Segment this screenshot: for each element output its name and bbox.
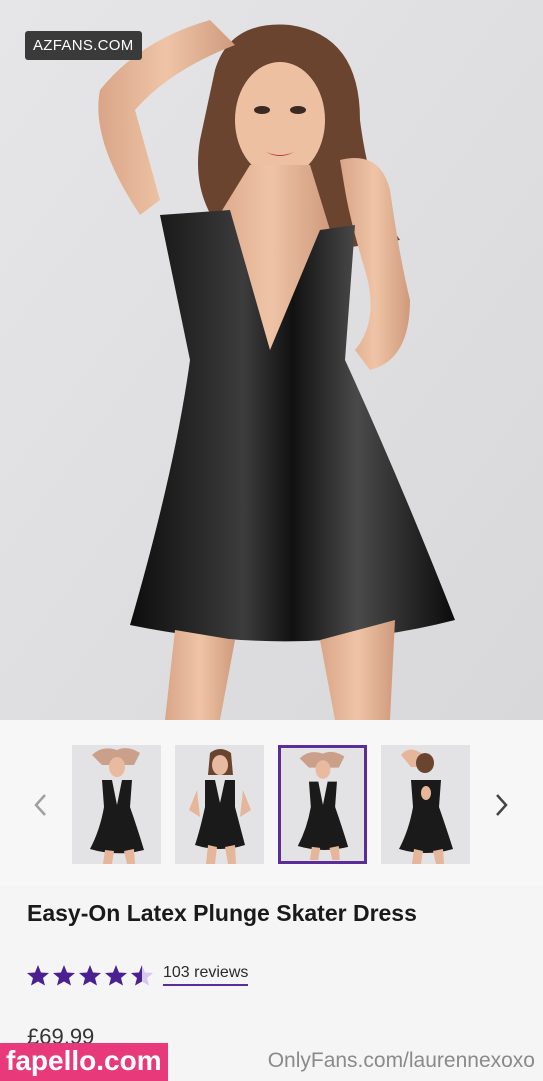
product-title: Easy-On Latex Plunge Skater Dress bbox=[27, 900, 417, 926]
azfans-watermark: AZFANS.COM bbox=[25, 31, 142, 60]
gallery-thumbnail-2[interactable] bbox=[175, 745, 264, 864]
product-main-image[interactable]: AZFANS.COM bbox=[0, 0, 543, 720]
thumbnail-image bbox=[175, 745, 264, 864]
star-half-icon bbox=[131, 965, 153, 986]
star-icon bbox=[105, 965, 127, 986]
star-icon bbox=[27, 965, 49, 986]
product-rating: 103 reviews bbox=[26, 964, 249, 986]
gallery-prev-button[interactable] bbox=[28, 788, 52, 822]
gallery-thumbnail-1[interactable] bbox=[72, 745, 161, 864]
thumbnail-image bbox=[381, 745, 470, 864]
reviews-link[interactable]: 103 reviews bbox=[163, 964, 249, 986]
star-icon bbox=[53, 965, 75, 986]
gallery-thumbnail-4[interactable] bbox=[381, 745, 470, 864]
chevron-right-icon bbox=[496, 794, 508, 816]
star-icon bbox=[79, 965, 101, 986]
gallery-thumbnail-3[interactable] bbox=[278, 745, 367, 864]
fapello-watermark: fapello.com bbox=[0, 1043, 168, 1081]
gallery-next-button[interactable] bbox=[490, 788, 514, 822]
model-illustration bbox=[0, 0, 543, 720]
onlyfans-watermark: OnlyFans.com/laurennexoxo bbox=[267, 1049, 535, 1072]
thumbnail-image bbox=[72, 745, 161, 864]
thumbnail-image bbox=[281, 749, 364, 860]
star-rating bbox=[26, 964, 154, 986]
chevron-left-icon bbox=[34, 794, 46, 816]
